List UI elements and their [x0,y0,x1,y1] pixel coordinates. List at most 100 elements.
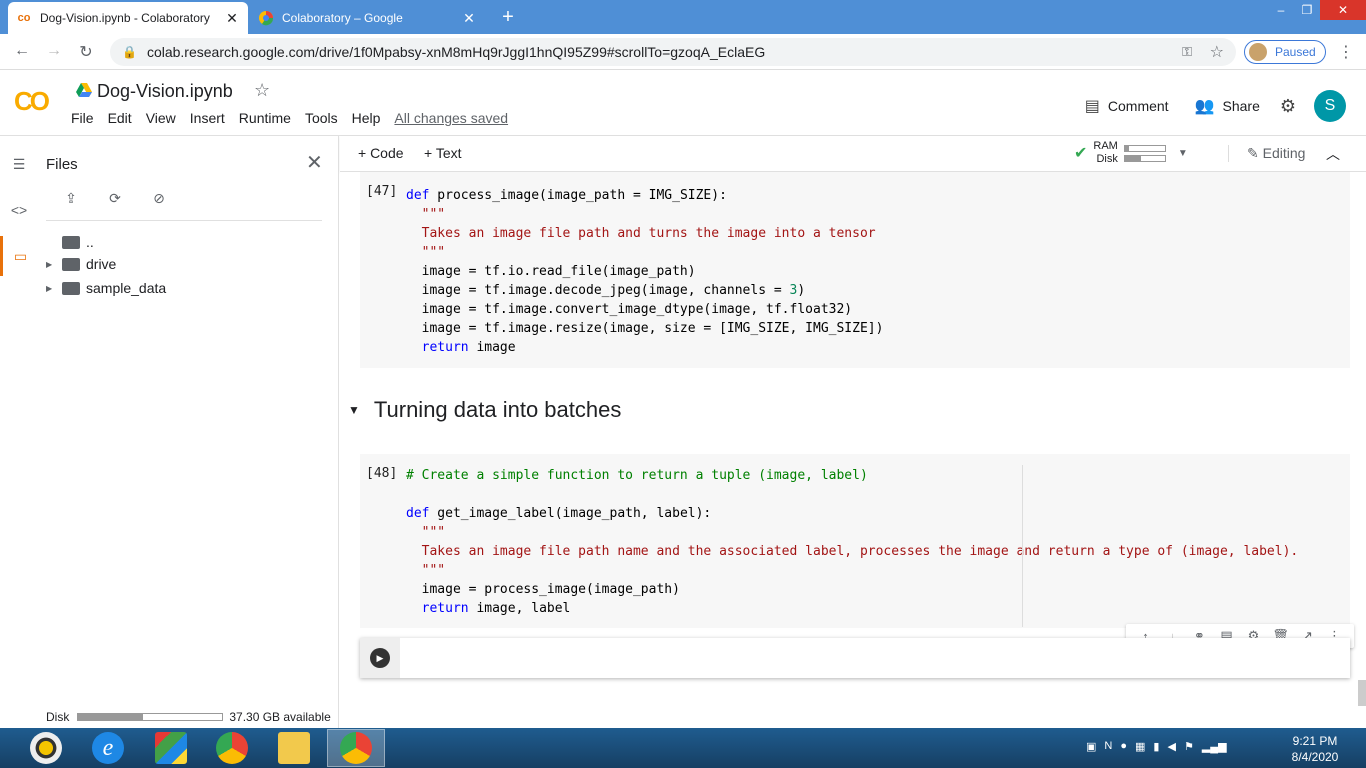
colab-logo[interactable]: CO [14,86,50,117]
code-line: image = process_image(image_path) [406,582,680,597]
back-button[interactable]: ← [10,42,34,60]
tray-device-icon[interactable]: ▮ [1153,740,1159,753]
code-editor[interactable]: # Create a simple function to return a t… [406,466,1298,618]
internet-explorer-icon[interactable]: e [92,732,124,764]
files-panel: Files ✕ ⇪ ⟳ ⊘ .. ▶ drive ▶ sample_data D… [38,136,339,728]
code-line: image = tf.image.decode_jpeg(image, chan… [406,283,806,298]
windows-taskbar: e ▣ N ● ▦ ▮ ◀ ⚑ ▂▄▆ 9:21 PM 8/4/2020 [0,728,1366,768]
clock-time: 9:21 PM [1292,734,1338,748]
app-launcher-icon[interactable] [155,732,187,764]
menu-edit[interactable]: Edit [108,110,132,126]
profile-avatar [1249,43,1267,61]
tab-title: Colaboratory – Google [282,11,403,25]
flag-icon[interactable]: ⚑ [1184,740,1194,753]
star-icon[interactable]: ☆ [254,80,270,101]
add-code-button[interactable]: + Code [358,145,404,161]
google-drive-icon [76,83,92,97]
files-folder-icon[interactable]: ▭ [0,236,38,276]
forward-button[interactable]: → [42,42,66,60]
exec-count: [47] [366,184,398,199]
menu-runtime[interactable]: Runtime [239,110,291,126]
refresh-folder-icon[interactable]: ⟳ [104,190,126,210]
runtime-dropdown-icon[interactable]: ▼ [1178,148,1188,159]
upload-file-icon[interactable]: ⇪ [60,190,82,210]
tab-dog-vision[interactable]: co Dog-Vision.ipynb - Colaboratory ✕ [8,2,248,34]
tray-nvidia-icon[interactable]: N [1104,740,1112,753]
url-text: colab.research.google.com/drive/1f0Mpabs… [146,44,766,60]
run-cell-button[interactable]: ▶ [370,648,390,668]
signal-icon[interactable]: ▂▄▆ [1202,740,1227,753]
connected-check-icon: ✔ [1074,145,1088,162]
add-text-button[interactable]: + Text [424,145,462,161]
scrollbar-thumb[interactable] [1358,680,1366,706]
address-bar-row: ← → ↻ 🔒 colab.research.google.com/drive/… [0,34,1366,70]
left-rail: ☰ <> ▭ [0,136,38,728]
unmount-drive-icon[interactable]: ⊘ [148,190,170,210]
close-panel-icon[interactable]: ✕ [306,150,323,175]
url-input[interactable]: 🔒 colab.research.google.com/drive/1f0Mpa… [110,38,1236,66]
taskbar-active-chrome[interactable] [327,729,385,767]
file-tree-item-drive[interactable]: ▶ drive [46,256,116,272]
tab-close-icon[interactable]: ✕ [461,10,477,27]
menu-view[interactable]: View [146,110,176,126]
bookmark-star-icon[interactable]: ☆ [1210,42,1224,62]
settings-gear-icon[interactable]: ⚙ [1280,96,1296,117]
file-explorer-icon[interactable] [278,732,310,764]
start-button-icon[interactable] [30,732,62,764]
code-line: """ [406,207,446,222]
disk-usage-bar [77,713,224,721]
volume-icon[interactable]: ◀ [1167,740,1175,753]
code-line: def process_image(image_path = IMG_SIZE)… [406,188,727,203]
code-line: image = tf.image.resize(image, size = [I… [406,321,884,336]
file-tree-item-sample-data[interactable]: ▶ sample_data [46,280,166,296]
menu-help[interactable]: Help [352,110,381,126]
expand-arrow-icon[interactable]: ▶ [46,284,62,293]
share-button[interactable]: 👥 Share [1195,96,1260,116]
minimize-button[interactable]: – [1268,0,1294,20]
notebook-area: [47] def process_image(image_path = IMG_… [340,172,1366,728]
expand-arrow-icon[interactable]: ▶ [46,260,62,269]
menu-tools[interactable]: Tools [305,110,338,126]
collapse-section-icon[interactable]: ▼ [348,403,360,417]
file-tree-item-parent[interactable]: .. [46,234,94,250]
files-panel-title: Files [46,156,78,173]
folder-icon [62,281,80,295]
profile-paused-button[interactable]: Paused [1244,40,1326,64]
code-line: return image, label [421,601,571,616]
taskbar-clock[interactable]: 9:21 PM 8/4/2020 [1284,733,1346,765]
code-snippets-icon[interactable]: <> [0,202,38,218]
menu-file[interactable]: File [71,110,94,126]
tray-status-icon[interactable]: ● [1120,740,1127,753]
resource-monitor[interactable]: ✔ RAM Disk ▼ [1074,140,1188,166]
notebook-title[interactable]: Dog-Vision.ipynb [97,81,233,102]
code-editor[interactable]: def process_image(image_path = IMG_SIZE)… [406,186,883,357]
menu-insert[interactable]: Insert [190,110,225,126]
close-window-button[interactable]: ✕ [1320,0,1366,20]
file-tree-label: sample_data [86,280,167,296]
chrome-icon[interactable] [216,732,248,764]
tray-app-icon[interactable]: ▣ [1086,740,1096,753]
code-cell[interactable]: [48] # Create a simple function to retur… [360,454,1350,628]
editing-label: Editing [1262,145,1306,161]
browser-menu-icon[interactable]: ⋮ [1338,42,1354,62]
reload-button[interactable]: ↻ [74,42,98,62]
comment-button[interactable]: ▤ Comment [1085,96,1169,116]
editing-mode-button[interactable]: ✎ Editing [1228,145,1305,162]
code-line: image = tf.image.convert_image_dtype(ima… [406,302,853,317]
save-status-link[interactable]: All changes saved [394,110,508,126]
table-of-contents-icon[interactable]: ☰ [0,156,38,173]
user-avatar[interactable]: S [1314,90,1346,122]
tray-network-icon[interactable]: ▦ [1135,740,1145,753]
section-heading[interactable]: ▼ Turning data into batches [348,397,621,423]
collapse-header-icon[interactable]: ︿ [1326,144,1340,164]
code-cell[interactable]: [47] def process_image(image_path = IMG_… [360,172,1350,368]
share-label: Share [1222,98,1260,114]
key-icon[interactable]: ⚿ [1182,44,1192,60]
tab-colaboratory-google[interactable]: Colaboratory – Google ✕ [250,2,485,34]
new-tab-button[interactable]: + [496,6,520,29]
notebook-toolbar: + Code + Text ✔ RAM Disk ▼ ✎ Editing ︿ [340,136,1366,172]
tab-close-icon[interactable]: ✕ [224,10,240,27]
empty-code-cell[interactable]: ▶ [360,638,1350,678]
maximize-button[interactable]: ❐ [1294,0,1320,20]
chrome-active-icon [340,732,372,764]
